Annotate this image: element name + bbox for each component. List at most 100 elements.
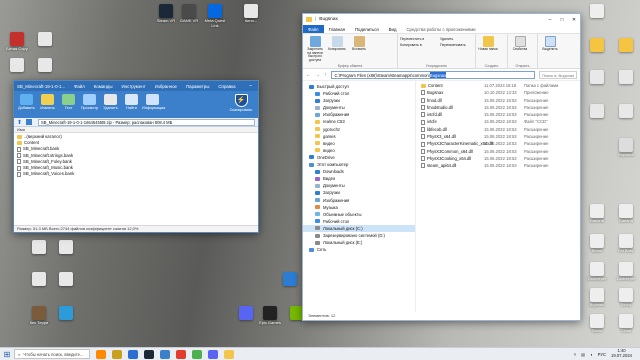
winrar-menu-tools[interactable]: Инструмент xyxy=(121,84,145,89)
nav-item[interactable]: Загрузки xyxy=(303,189,415,196)
rename-button[interactable]: Переименовать xyxy=(440,42,466,48)
volume-icon[interactable]: ◖ xyxy=(590,352,593,357)
desktop-icon[interactable] xyxy=(3,58,31,73)
file-row[interactable]: steam_api64.dll 15.06.2022 18:53 Расширени… xyxy=(416,162,580,169)
winrar-tool-button[interactable]: Просмотр xyxy=(79,94,100,110)
desktop-icon[interactable] xyxy=(52,306,80,321)
taskbar-app-icon[interactable] xyxy=(160,349,170,359)
desktop-icon[interactable] xyxy=(612,38,640,53)
minimize-icon[interactable]: – xyxy=(544,17,556,23)
nav-item[interactable]: видео xyxy=(303,147,415,154)
maximize-icon[interactable]: □ xyxy=(257,83,258,89)
desktop-icon[interactable] xyxy=(25,240,53,255)
taskbar-app-icon[interactable] xyxy=(128,349,138,359)
desktop-icon[interactable]: Cloud xyxy=(612,314,640,334)
taskbar-app-icon[interactable] xyxy=(112,349,122,359)
taskbar-app-icon[interactable] xyxy=(192,349,202,359)
file-row[interactable]: PhysX3_x64.dll 15.06.2022 18:53 Расширение xyxy=(416,133,580,140)
desktop-icon[interactable]: Epic Games xyxy=(256,306,284,326)
nav-item[interactable]: Объемные объекты xyxy=(303,211,415,218)
file-row[interactable]: ivtcfe 15.06.2022 18:53 Файл "CCD" xyxy=(416,118,580,125)
desktop-icon[interactable] xyxy=(52,272,80,287)
winrar-menu-options[interactable]: Параметры xyxy=(186,84,209,89)
desktop-icon[interactable] xyxy=(25,272,53,287)
nav-item[interactable]: Рабочий стол xyxy=(303,218,415,225)
taskbar-search[interactable]: ⌕ Чтобы начать поиск, введите... xyxy=(14,349,90,359)
desktop-icon[interactable] xyxy=(276,272,304,287)
up-arrow-icon[interactable]: ↑ xyxy=(324,72,327,78)
desktop-icon[interactable]: Fat Baby xyxy=(612,234,640,254)
desktop-icon[interactable] xyxy=(583,70,611,85)
winrar-menu-favorites[interactable]: Избранное xyxy=(155,84,177,89)
desktop-icon[interactable] xyxy=(583,104,611,119)
tab-home[interactable]: Главная xyxy=(324,25,350,33)
desktop-icon[interactable]: Zookeeper xyxy=(612,262,640,282)
forward-arrow-icon[interactable]: → xyxy=(315,72,320,78)
search-input[interactable]: Поиск в: Bugsnax xyxy=(539,70,577,79)
file-row[interactable]: libfecob.dll 15.06.2022 18:53 Расширение xyxy=(416,126,580,133)
file-row[interactable]: Content 11.07.2024 18:18 Папка с файлами xyxy=(416,82,580,89)
winrar-tool-button[interactable]: Информация xyxy=(142,94,165,110)
desktop-icon[interactable] xyxy=(52,240,80,255)
address-bar[interactable]: C:\Program Files (x86)\Steam\steamapps\c… xyxy=(330,70,535,79)
nav-item[interactable]: Локальный диск (E:) xyxy=(303,239,415,246)
desktop-icon[interactable]: Bigbrain xyxy=(583,288,611,308)
nav-item[interactable]: Downloads xyxy=(303,168,415,175)
network-icon[interactable]: ▤ xyxy=(581,352,585,357)
file-row[interactable]: ivtcfd.dll 15.06.2022 18:53 Расширение xyxy=(416,111,580,118)
desktop-icon[interactable]: Sticky xyxy=(612,288,640,308)
desktop-icon[interactable]: Кек Терри xyxy=(25,306,53,326)
nav-item[interactable]: Быстрый доступ xyxy=(303,83,415,90)
desktop-icon[interactable] xyxy=(31,58,59,73)
desktop-icon[interactable]: Stairs xyxy=(583,314,611,334)
nav-item[interactable]: Загрузки xyxy=(303,97,415,104)
tab-app-tools[interactable]: Средства работы с приложениями xyxy=(401,25,480,33)
nav-item[interactable]: Музыка xyxy=(303,204,415,211)
nav-item[interactable]: Рабочий стол xyxy=(303,90,415,97)
desktop-icon[interactable]: Битая Copy xyxy=(3,32,31,52)
select-button[interactable]: Выделить xyxy=(540,36,560,69)
close-icon[interactable]: ✕ xyxy=(568,17,580,23)
tab-file[interactable]: Файл xyxy=(303,25,324,33)
taskbar-app-icon[interactable] xyxy=(144,349,154,359)
nav-item[interactable]: Изображения xyxy=(303,111,415,118)
taskbar-app-icon[interactable] xyxy=(224,349,234,359)
nav-item[interactable]: Видео xyxy=(303,175,415,182)
taskbar-app-icon[interactable] xyxy=(96,349,106,359)
nav-item[interactable]: ygoruchz xyxy=(303,126,415,133)
nav-item[interactable]: видео xyxy=(303,140,415,147)
scan-button[interactable]: ⚡ Сканировать xyxy=(229,94,253,112)
desktop-icon[interactable]: GAME VR xyxy=(175,4,203,24)
nav-item[interactable]: Зарезервировано системой (D:) xyxy=(303,232,415,239)
desktop-icon[interactable]: Корзина xyxy=(612,138,640,158)
maximize-icon[interactable]: □ xyxy=(556,17,568,23)
language-indicator[interactable]: РУС xyxy=(598,352,606,357)
desktop-icon[interactable]: Beam xyxy=(583,234,611,254)
archive-row[interactable]: SB_Minecraft_Voices.bank xyxy=(17,171,255,177)
file-row[interactable]: fmod.dll 15.06.2022 18:53 Расширение xyxy=(416,97,580,104)
nav-item[interactable]: Сеть xyxy=(303,246,415,253)
nav-item[interactable]: Локальный диск (C:) xyxy=(303,224,415,232)
desktop-icon[interactable]: Zookeeper xyxy=(583,262,611,282)
windows-start-icon[interactable]: ⊞ xyxy=(0,350,14,359)
file-row[interactable]: Bugsnax 10.10.2022 13:33 Приложение xyxy=(416,89,580,96)
nav-item[interactable]: Этот компьютер xyxy=(303,161,415,168)
winrar-tool-button[interactable]: Извлечь xyxy=(37,94,58,110)
file-row[interactable]: PhysX3CharacterKinematic_x64.dll 15.06.20… xyxy=(416,140,580,147)
desktop-icon[interactable] xyxy=(583,38,611,53)
nav-item[interactable]: Документы xyxy=(303,104,415,111)
minimize-icon[interactable]: – xyxy=(245,83,257,89)
nav-item[interactable]: Изображения xyxy=(303,197,415,204)
winrar-tool-button[interactable]: Тест xyxy=(58,94,79,110)
tab-share[interactable]: Поделиться xyxy=(350,25,384,33)
file-row[interactable]: PhysX3Common_x64.dll 15.06.2022 18:53 Расш… xyxy=(416,148,580,155)
tab-view[interactable]: Вид xyxy=(384,25,402,33)
desktop-icon[interactable]: Кино... xyxy=(237,4,265,24)
desktop-icon[interactable] xyxy=(612,104,640,119)
file-row[interactable]: PhysX3Cooking_x64.dll 15.06.2022 18:53 Рас… xyxy=(416,155,580,162)
winrar-menu-file[interactable]: Файл xyxy=(74,84,85,89)
winrar-menu-help[interactable]: Справка xyxy=(218,84,235,89)
back-arrow-icon[interactable]: ← xyxy=(306,72,311,78)
desktop-icon[interactable] xyxy=(31,32,59,47)
taskbar-app-icon[interactable] xyxy=(176,349,186,359)
